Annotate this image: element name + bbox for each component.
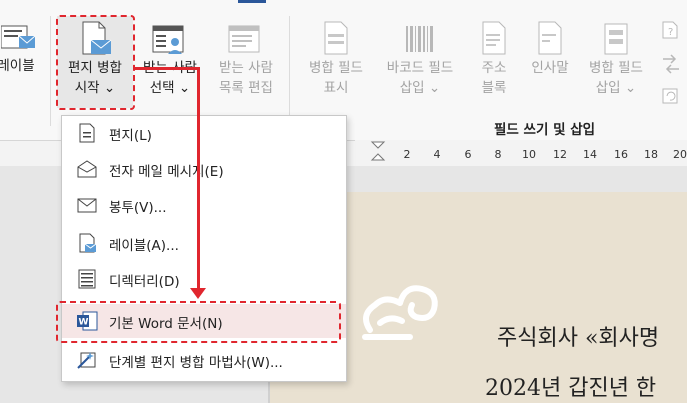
wizard-icon [77, 352, 96, 369]
update-labels-icon[interactable] [660, 86, 682, 106]
address-block-label-2: 블록 [481, 80, 507, 96]
document-line-year: 2024년 갑진년 한 [485, 376, 657, 401]
active-tab-indicator [238, 0, 266, 3]
menu-item-label: 단계별 편지 병합 마법사(W)... [109, 355, 283, 371]
letter-icon [79, 123, 95, 143]
email-message-icon [77, 160, 97, 178]
menu-item-envelopes[interactable]: 봉투(V)... [62, 188, 346, 222]
menu-item-letters[interactable]: 편지(L) [62, 116, 346, 150]
annotation-arrow [133, 67, 200, 70]
menu-item-label: 봉투(V)... [109, 200, 167, 216]
insert-barcode-field-button[interactable]: 바코드 필드 삽입 ⌄ [376, 16, 464, 98]
greeting-line-label: 인사말 [531, 60, 569, 76]
ribbon-separator [289, 16, 290, 126]
highlight-merge-fields-label-2: 표시 [323, 80, 349, 96]
ruler-tick: 10 [522, 148, 536, 161]
greeting-line-button[interactable]: 인사말 [522, 16, 578, 78]
menu-item-label: 편지(L) [109, 128, 152, 144]
address-block-icon [482, 21, 506, 55]
labels-icon [1, 25, 36, 49]
menu-item-labels[interactable]: 레이블(A)... [62, 226, 346, 260]
insert-merge-field-label-2: 삽입 ⌄ [595, 80, 637, 96]
highlight-merge-fields-button[interactable]: 병합 필드 표시 [300, 16, 372, 98]
ruler-tick: 12 [553, 148, 567, 161]
envelope-icon [77, 198, 97, 213]
menu-item-email-messages[interactable]: 전자 메일 메시지(E) [62, 152, 346, 186]
insert-merge-field-label-1: 병합 필드 [589, 60, 643, 76]
insert-barcode-field-label-1: 바코드 필드 [386, 60, 454, 76]
ruler-tick: 4 [433, 148, 441, 161]
select-recipients-icon [152, 25, 184, 54]
menu-item-step-by-step-wizard[interactable]: 단계별 편지 병합 마법사(W)... [62, 343, 346, 377]
annotation-arrow-head [190, 288, 206, 299]
labels-label: 레이블 [0, 58, 35, 74]
ribbon-separator [50, 16, 51, 126]
labels-button[interactable]: 레이블 [0, 22, 40, 76]
ruler-tick: 14 [583, 148, 597, 161]
indent-marker-icon[interactable] [370, 140, 386, 164]
rules-icon[interactable]: ? [660, 20, 682, 40]
address-block-button[interactable]: 주소 블록 [468, 16, 520, 98]
cloud-ornament-icon [362, 285, 438, 340]
menu-item-label: 전자 메일 메시지(E) [109, 164, 224, 180]
insert-barcode-field-label-2: 삽입 ⌄ [399, 80, 441, 96]
svg-text:?: ? [668, 27, 673, 38]
ruler-tick: 6 [464, 148, 472, 161]
edit-recipient-list-icon [228, 25, 260, 53]
ruler-tick: 20 [673, 148, 687, 161]
directory-icon [78, 269, 96, 289]
select-recipients-label-2: 선택 ⌄ [149, 80, 191, 96]
highlight-merge-fields-icon [324, 21, 348, 55]
match-fields-icon[interactable] [660, 54, 682, 74]
label-icon [79, 233, 97, 253]
edit-recipient-list-label-2: 목록 편집 [219, 80, 273, 96]
annotation-arrow [197, 68, 200, 293]
write-insert-fields-group-label: 필드 쓰기 및 삽입 [494, 122, 596, 138]
horizontal-ruler: 2 4 6 8 10 12 14 16 18 20 [355, 140, 687, 166]
insert-merge-field-button[interactable]: 병합 필드 삽입 ⌄ [578, 16, 654, 98]
select-recipients-button[interactable]: 받는 사람 선택 ⌄ [137, 16, 203, 98]
edit-recipient-list-label-1: 받는 사람 [219, 60, 273, 76]
ruler-tick: 18 [644, 148, 658, 161]
highlight-merge-fields-label-1: 병합 필드 [309, 60, 363, 76]
ruler-tick: 16 [614, 148, 628, 161]
highlight-box-start-merge [56, 15, 135, 110]
edit-recipient-list-button[interactable]: 받는 사람 목록 편집 [209, 16, 283, 98]
address-block-label-1: 주소 [481, 60, 507, 76]
ruler-tick: 2 [403, 148, 411, 161]
barcode-icon [406, 26, 433, 52]
document-line-company: 주식회사 «회사명 [497, 326, 660, 351]
menu-item-label: 디렉터리(D) [109, 274, 180, 290]
ribbon-tab-bar [0, 0, 687, 6]
menu-item-label: 레이블(A)... [109, 238, 179, 254]
highlight-box-normal-word-document [56, 301, 341, 343]
ruler-tick: 8 [494, 148, 502, 161]
insert-merge-field-icon [604, 23, 628, 55]
greeting-line-icon [538, 21, 562, 55]
